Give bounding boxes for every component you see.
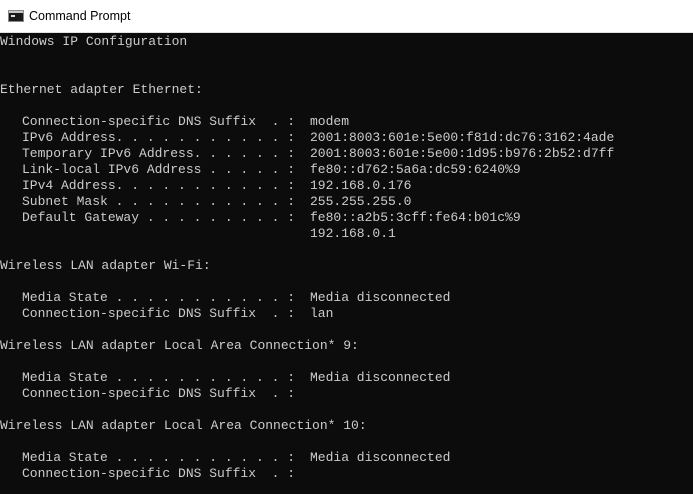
default-gateway-label: Default Gateway . . . . . . . . . : (22, 210, 296, 225)
ipv4-address-label: IPv4 Address. . . . . . . . . . . : (22, 178, 296, 193)
lac10-heading: Wireless LAN adapter Local Area Connecti… (0, 418, 367, 433)
window-title: Command Prompt (29, 9, 131, 23)
lac10-dns-suffix-label: Connection-specific DNS Suffix . : (22, 466, 296, 481)
lac9-media-state-value: Media disconnected (310, 370, 451, 385)
wifi-media-state-label: Media State . . . . . . . . . . . : (22, 290, 296, 305)
subnet-mask-label: Subnet Mask . . . . . . . . . . . : (22, 194, 296, 209)
ethernet-heading: Ethernet adapter Ethernet: (0, 82, 203, 97)
wifi-heading: Wireless LAN adapter Wi-Fi: (0, 258, 211, 273)
ipv6-address-label: IPv6 Address. . . . . . . . . . . : (22, 130, 296, 145)
lac10-media-state-label: Media State . . . . . . . . . . . : (22, 450, 296, 465)
console-output[interactable]: Windows IP Configuration Ethernet adapte… (0, 33, 693, 494)
lac9-heading: Wireless LAN adapter Local Area Connecti… (0, 338, 359, 353)
lac9-dns-suffix-label: Connection-specific DNS Suffix . : (22, 386, 296, 401)
command-prompt-window: Command Prompt Windows IP Configuration … (0, 0, 693, 494)
link-local-ipv6-label: Link-local IPv6 Address . . . . . : (22, 162, 296, 177)
ip-config-header: Windows IP Configuration (0, 34, 188, 49)
ipv4-address-value: 192.168.0.176 (310, 178, 412, 193)
link-local-ipv6-value: fe80::d762:5a6a:dc59:6240%9 (310, 162, 521, 177)
command-prompt-icon (8, 10, 24, 22)
title-bar[interactable]: Command Prompt (0, 0, 693, 33)
ethernet-dns-suffix-label: Connection-specific DNS Suffix . : (22, 114, 296, 129)
subnet-mask-value: 255.255.255.0 (310, 194, 412, 209)
temp-ipv6-address-value: 2001:8003:601e:5e00:1d95:b976:2b52:d7ff (310, 146, 615, 161)
lac9-media-state-label: Media State . . . . . . . . . . . : (22, 370, 296, 385)
lac10-media-state-value: Media disconnected (310, 450, 451, 465)
wifi-dns-suffix-label: Connection-specific DNS Suffix . : (22, 306, 296, 321)
temp-ipv6-address-label: Temporary IPv6 Address. . . . . . : (22, 146, 296, 161)
ethernet-dns-suffix-value: modem (310, 114, 350, 129)
default-gateway-ipv4-value: 192.168.0.1 (310, 226, 396, 241)
wifi-media-state-value: Media disconnected (310, 290, 451, 305)
ipv6-address-value: 2001:8003:601e:5e00:f81d:dc76:3162:4ade (310, 130, 615, 145)
default-gateway-value: fe80::a2b5:3cff:fe64:b01c%9 (310, 210, 521, 225)
wifi-dns-suffix-value: lan (310, 306, 334, 321)
